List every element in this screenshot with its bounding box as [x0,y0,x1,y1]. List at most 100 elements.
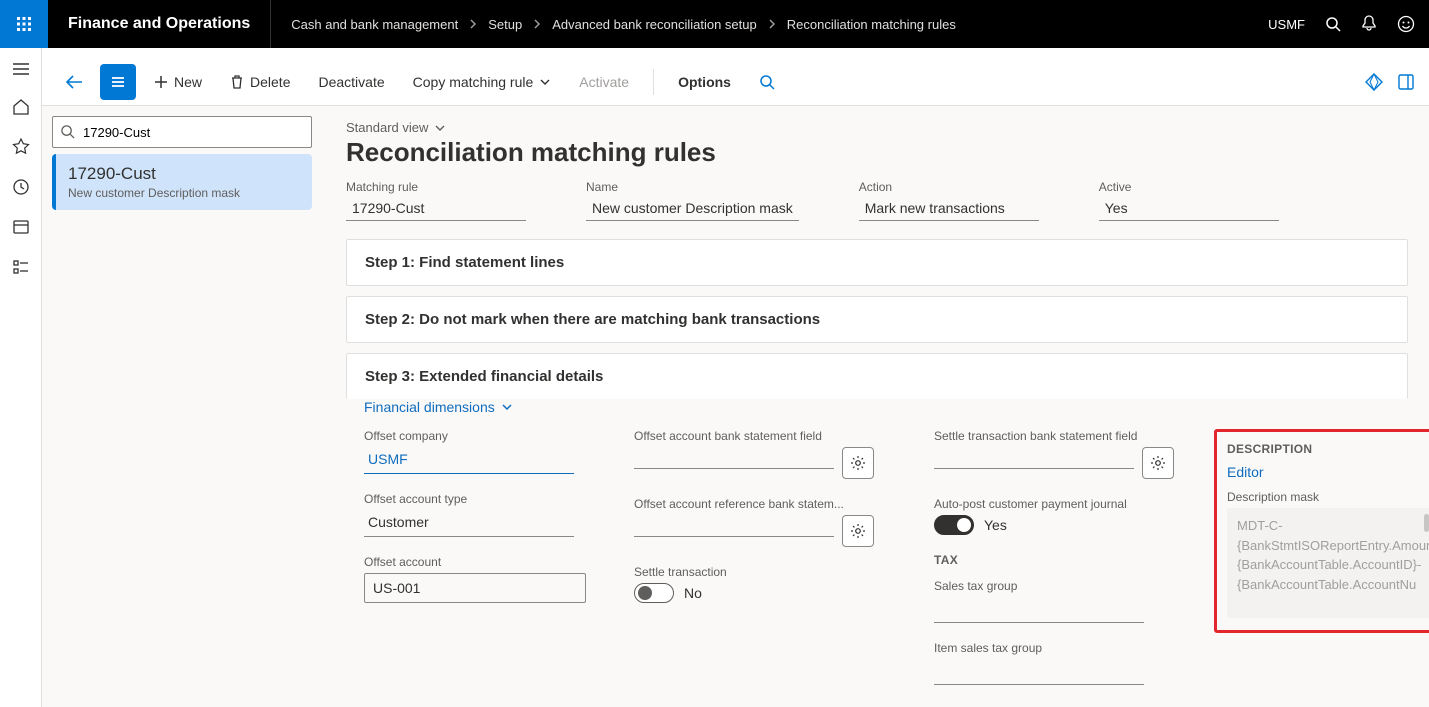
view-label: Standard view [346,120,428,135]
copy-matching-rule-button[interactable]: Copy matching rule [403,68,562,96]
arrow-left-icon [65,75,83,89]
action-label: Delete [250,74,290,90]
field-label: Offset account reference bank statem... [634,497,894,511]
panel-icon[interactable] [1397,73,1415,91]
field-label: Offset account type [364,492,594,506]
product-name: Finance and Operations [48,0,271,48]
name-field[interactable]: New customer Description mask [586,194,799,221]
description-mask-textarea[interactable]: MDT-C-{BankStmtISOReportEntry.Amount}-{B… [1227,508,1429,618]
deactivate-button[interactable]: Deactivate [308,68,394,96]
app-launcher-button[interactable] [0,0,48,48]
list-search-input[interactable] [52,116,312,148]
clock-icon[interactable] [12,178,30,196]
financial-dimensions-button[interactable]: Financial dimensions [364,399,1429,415]
field-label: Name [586,180,799,194]
chevron-down-icon [501,401,513,413]
page-title: Reconciliation matching rules [346,137,1429,168]
view-toggle-button[interactable] [100,64,136,100]
waffle-icon [16,16,32,32]
scrollbar[interactable] [1424,514,1429,532]
left-rail [0,48,42,707]
breadcrumb-item[interactable]: Advanced bank reconciliation setup [552,17,757,32]
field-label: Offset account bank statement field [634,429,894,443]
gear-icon [850,455,866,471]
offset-account-field[interactable]: US-001 [364,573,586,603]
list-pane: 17290-Cust New customer Description mask [42,106,322,707]
field-label: Active [1099,180,1279,194]
step2-header[interactable]: Step 2: Do not mark when there are match… [346,296,1408,343]
step3-body: Financial dimensions Offset company USMF… [346,399,1429,707]
star-icon[interactable] [12,138,30,156]
breadcrumb: Cash and bank management Setup Advanced … [271,17,956,32]
matching-rule-field[interactable]: 17290-Cust [346,194,526,221]
action-label: Copy matching rule [413,74,534,90]
action-label: Options [678,74,731,90]
list-item[interactable]: 17290-Cust New customer Description mask [52,154,312,210]
description-section: DESCRIPTION Editor Description mask MDT-… [1214,429,1429,633]
offset-account-type-field[interactable]: Customer [364,510,574,537]
search-icon [759,74,775,90]
breadcrumb-item[interactable]: Cash and bank management [291,17,458,32]
page-search-button[interactable] [749,68,785,96]
settle-transaction-toggle[interactable]: No [634,583,894,603]
field-label: Auto-post customer payment journal [934,497,1174,511]
field-label: Sales tax group [934,579,1174,593]
tax-heading: TAX [934,553,1174,567]
settings-button[interactable] [842,515,874,547]
sales-tax-group-field[interactable] [934,597,1144,623]
search-icon[interactable] [1325,16,1341,32]
toggle-value: Yes [984,517,1007,533]
action-field[interactable]: Mark new transactions [859,194,1039,221]
back-button[interactable] [56,64,92,100]
chevron-right-icon [468,19,478,29]
toggle-value: No [684,585,702,601]
home-icon[interactable] [12,98,30,116]
step3-header[interactable]: Step 3: Extended financial details [346,353,1408,399]
mask-text: MDT-C-{BankStmtISOReportEntry.Amount}-{B… [1237,518,1429,592]
step1-header[interactable]: Step 1: Find statement lines [346,239,1408,286]
settle-tx-bank-field[interactable] [934,458,1134,469]
field-label: Offset company [364,429,594,443]
smile-icon[interactable] [1397,15,1415,33]
settings-button[interactable] [1142,447,1174,479]
chevron-down-icon [539,76,551,88]
settings-button[interactable] [842,447,874,479]
financial-dimensions-label: Financial dimensions [364,399,495,415]
action-label: Activate [579,74,629,90]
field-label: Item sales tax group [934,641,1174,655]
action-bar: New Delete Deactivate Copy matching rule… [42,58,1429,106]
bell-icon[interactable] [1361,15,1377,33]
chevron-right-icon [532,19,542,29]
list-search[interactable] [52,116,312,148]
description-heading: DESCRIPTION [1227,442,1429,456]
editor-link[interactable]: Editor [1227,464,1264,480]
hamburger-icon[interactable] [12,62,30,76]
offset-acct-ref-field[interactable] [634,526,834,537]
breadcrumb-item[interactable]: Setup [488,17,522,32]
modules-icon[interactable] [12,258,30,276]
list-item-title: 17290-Cust [68,164,300,184]
field-label: Description mask [1227,490,1429,504]
list-lines-icon [109,75,127,89]
delete-button[interactable]: Delete [220,68,300,96]
activate-button: Activate [569,68,639,96]
diamond-icon[interactable] [1365,73,1383,91]
field-label: Offset account [364,555,594,569]
breadcrumb-item[interactable]: Reconciliation matching rules [787,17,956,32]
gear-icon [850,523,866,539]
offset-acct-bank-stmt-field[interactable] [634,458,834,469]
separator [653,69,654,95]
item-sales-tax-group-field[interactable] [934,659,1144,685]
autopost-toggle[interactable]: Yes [934,515,1174,535]
list-item-subtitle: New customer Description mask [68,186,300,200]
action-label: Deactivate [318,74,384,90]
offset-company-field[interactable]: USMF [364,447,574,474]
options-button[interactable]: Options [668,68,741,96]
view-selector[interactable]: Standard view [346,120,1429,135]
workspace-icon[interactable] [12,218,30,236]
gear-icon [1150,455,1166,471]
new-button[interactable]: New [144,68,212,96]
plus-icon [154,75,168,89]
active-field[interactable]: Yes [1099,194,1279,221]
company-code[interactable]: USMF [1268,17,1305,32]
